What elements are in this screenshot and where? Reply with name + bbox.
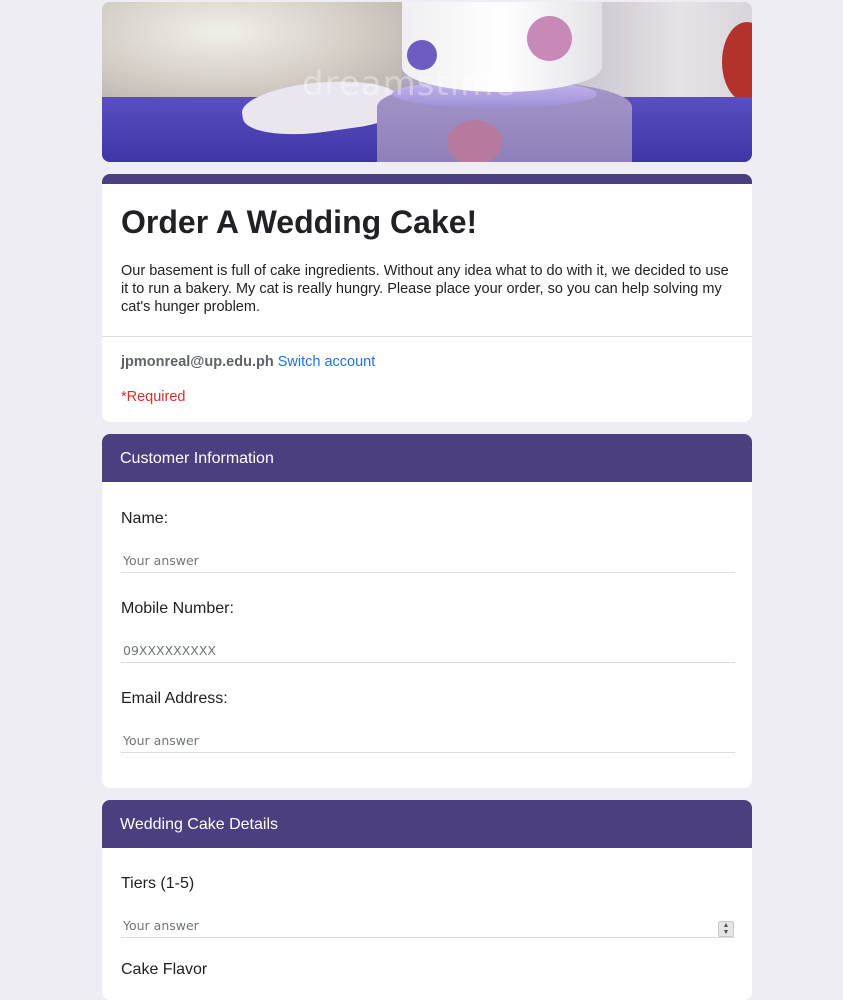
form-title: Order A Wedding Cake! xyxy=(121,204,478,240)
tiers-number-input[interactable] xyxy=(121,916,735,938)
name-input[interactable] xyxy=(121,551,735,573)
account-row: jpmonreal@up.edu.ph Switch account xyxy=(102,337,752,374)
mobile-number-input[interactable] xyxy=(121,641,735,663)
switch-account-link[interactable]: Switch account xyxy=(278,354,376,370)
section-customer-information: Customer Information Name: Mobile Number… xyxy=(102,434,752,788)
section-title: Wedding Cake Details xyxy=(102,800,752,848)
question-cake-flavor: Cake Flavor xyxy=(121,938,737,980)
number-spinner-icon[interactable]: ▲ ▼ xyxy=(718,921,734,937)
form-title-card: Order A Wedding Cake! Our basement is fu… xyxy=(102,174,752,422)
email-address-input[interactable] xyxy=(121,731,735,753)
question-tiers: Tiers (1-5) ▲▼ xyxy=(121,848,737,938)
question-name: Name: xyxy=(121,482,737,573)
required-note: *Required xyxy=(121,389,186,405)
question-label: Name: xyxy=(121,510,169,527)
question-mobile-number: Mobile Number: xyxy=(121,573,737,663)
question-label: Cake Flavor xyxy=(121,961,208,978)
banner-watermark: dreamstime xyxy=(302,64,517,104)
question-label: Email Address: xyxy=(121,690,228,707)
header-banner-image: dreamstime xyxy=(102,2,752,162)
form-container: dreamstime Order A Wedding Cake! Our bas… xyxy=(102,2,752,1000)
form-description: Our basement is full of cake ingredients… xyxy=(121,263,729,315)
question-label: Tiers (1-5) xyxy=(121,875,195,892)
question-label: Mobile Number: xyxy=(121,600,234,617)
section-wedding-cake-details: Wedding Cake Details Tiers (1-5) ▲▼ Cake… xyxy=(102,800,752,1000)
account-email: jpmonreal@up.edu.ph xyxy=(121,354,274,370)
section-title: Customer Information xyxy=(102,434,752,482)
question-email-address: Email Address: xyxy=(121,663,737,753)
